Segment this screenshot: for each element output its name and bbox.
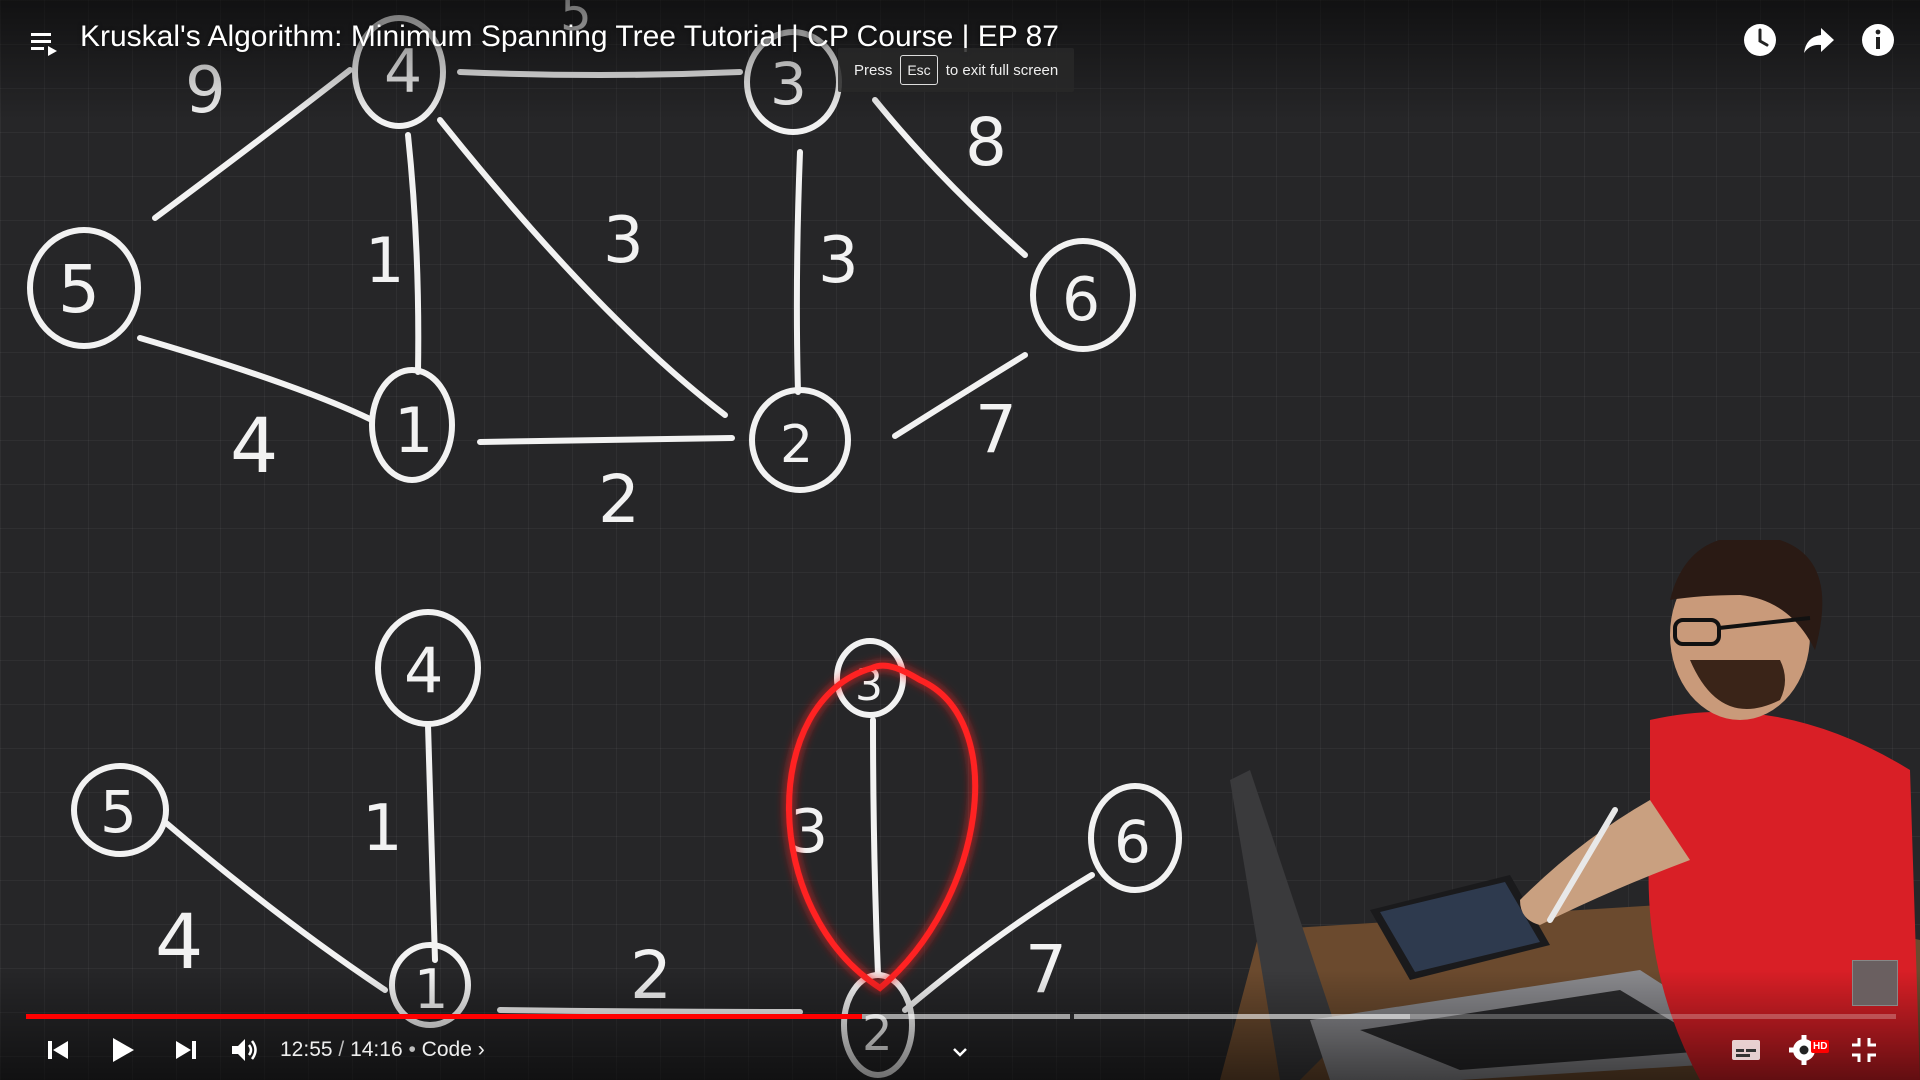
subtitles-icon[interactable]	[1722, 1030, 1770, 1070]
skip-next-icon[interactable]	[162, 1030, 210, 1070]
channel-thumbnail[interactable]	[1852, 960, 1898, 1006]
edge-weight: 1	[365, 224, 404, 297]
edge-weight: 3	[603, 204, 644, 278]
share-icon[interactable]	[1795, 16, 1843, 64]
time-total: 14:16	[350, 1038, 403, 1061]
hd-badge: HD	[1811, 1040, 1830, 1053]
exit-fullscreen-toast: Press Esc to exit full screen	[838, 48, 1075, 92]
edge-weight: 4	[230, 401, 278, 490]
playlist-icon[interactable]	[20, 18, 68, 66]
volume-icon[interactable]	[220, 1030, 268, 1070]
chapter-marker	[1070, 1014, 1074, 1019]
chevron-down-icon[interactable]	[936, 1032, 984, 1072]
info-icon[interactable]	[1854, 16, 1902, 64]
node-label: 6	[1114, 808, 1151, 876]
node-label: 6	[1062, 265, 1100, 335]
edge-weight: 2	[598, 461, 640, 538]
toast-suffix: to exit full screen	[945, 61, 1059, 79]
node-label: 2	[780, 415, 813, 475]
exit-fullscreen-icon[interactable]	[1840, 1030, 1888, 1070]
skip-previous-icon[interactable]	[34, 1030, 82, 1070]
node-label: 5	[58, 251, 100, 328]
chapter-title[interactable]: Code	[422, 1038, 472, 1061]
edge-weight: 1	[362, 792, 403, 866]
edge-weight: 3	[818, 224, 859, 298]
progress-bar[interactable]	[26, 1014, 1896, 1019]
toast-prefix: Press	[854, 61, 893, 79]
node-label: 4	[404, 634, 443, 707]
clock-icon[interactable]	[1736, 16, 1784, 64]
esc-key: Esc	[900, 55, 938, 85]
play-icon[interactable]	[98, 1030, 146, 1070]
progress-played	[26, 1014, 862, 1019]
time-display: 12:55 / 14:16 • Code ›	[280, 1038, 485, 1061]
edge-weight: 7	[975, 391, 1017, 468]
time-current: 12:55	[280, 1038, 333, 1061]
node-label: 5	[100, 778, 137, 846]
chevron-right-icon[interactable]: ›	[478, 1038, 485, 1061]
node-label: 1	[394, 394, 433, 467]
